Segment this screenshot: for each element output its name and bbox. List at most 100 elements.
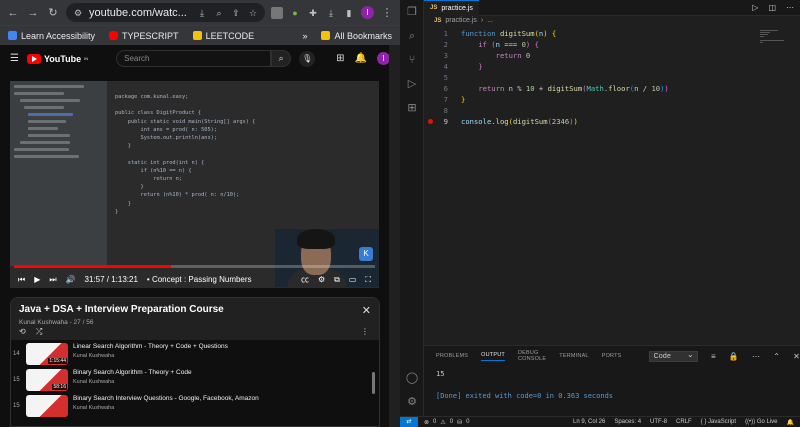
lock-icon[interactable]: 🔒 — [729, 352, 739, 361]
tab-practice-js[interactable]: JS practice.js — [424, 0, 479, 16]
code-editor[interactable]: 1 function digitSum(n) { 2 if (n === 0) {… — [424, 27, 800, 345]
minimap[interactable] — [760, 30, 786, 44]
output-channel-select[interactable]: Code — [648, 350, 698, 362]
playlist-title[interactable]: Java + DSA + Interview Preparation Cours… — [19, 304, 371, 315]
settings-gear-icon[interactable]: ⚙ — [318, 275, 325, 284]
bookmark-leetcode[interactable]: LEETCODE — [192, 31, 254, 41]
run-debug-icon[interactable]: ▷ — [400, 72, 424, 96]
breadcrumb-more[interactable]: ... — [487, 17, 493, 24]
end-of-line[interactable]: CRLF — [676, 419, 692, 426]
search-icon[interactable]: ⌕ — [400, 24, 424, 48]
split-editor-icon[interactable]: ◫ — [768, 3, 776, 12]
video-chapter[interactable]: • Concept : Passing Numbers — [147, 275, 252, 284]
youtube-logo[interactable]: YouTube IN — [26, 53, 89, 64]
captions-icon[interactable]: ㏄ — [301, 274, 309, 285]
warning-count: 0 — [449, 418, 454, 425]
profile-avatar[interactable]: I — [361, 6, 374, 19]
playlist-item[interactable]: 15 58:16 Binary Search Algorithm - Theor… — [11, 366, 379, 392]
encoding[interactable]: UTF-8 — [650, 419, 667, 426]
search-icon[interactable]: ⌕ — [271, 50, 292, 67]
playlist-subtitle: Kunal Kushwaha - 27 / 56 — [19, 319, 94, 326]
breakpoint-icon[interactable] — [428, 119, 433, 124]
remote-indicator-icon[interactable]: ⇄ — [400, 416, 418, 427]
chrome-menu-icon[interactable]: ⋮ — [380, 6, 394, 20]
ports-count: 0 — [466, 418, 470, 425]
status-problems[interactable]: ⊗ 0 ⚠ 0 ⛁ 0 — [418, 419, 469, 426]
next-icon[interactable]: ⏭ — [49, 275, 56, 285]
run-icon[interactable]: ▷ — [752, 3, 758, 12]
account-icon[interactable]: ◯ — [400, 366, 424, 390]
explorer-icon[interactable]: ❐ — [400, 0, 424, 24]
more-actions-icon[interactable]: ⋯ — [786, 3, 794, 12]
code-line: function digitSum(n) { — [461, 29, 557, 38]
extensions-icon[interactable]: ⊞ — [400, 96, 424, 120]
page-scrollbar[interactable] — [389, 45, 400, 427]
status-right: Ln 9, Col 26 Spaces: 4 UTF-8 CRLF { } Ja… — [573, 419, 800, 426]
playlist-item[interactable]: 14 1:15:44 Linear Search Algorithm - The… — [11, 340, 379, 366]
filter-list-icon[interactable]: ≡ — [711, 352, 716, 361]
breadcrumb-file[interactable]: practice.js — [445, 17, 477, 24]
playlist-item[interactable]: 15 Binary Search Interview Questions - G… — [11, 392, 379, 418]
previous-icon[interactable]: ⏮ — [18, 275, 25, 285]
notifications-bell-icon[interactable]: 🔔 — [787, 419, 794, 426]
install-icon[interactable]: ⤓ — [196, 7, 208, 19]
notifications-bell-icon[interactable]: 🔔 — [355, 53, 367, 64]
video-progress-bar[interactable] — [14, 265, 375, 268]
tab-terminal[interactable]: TERMINAL — [559, 353, 588, 359]
language-mode[interactable]: { } JavaScript — [701, 419, 736, 426]
create-video-icon[interactable]: ⊞ — [336, 53, 344, 64]
manage-gear-icon[interactable]: ⚙ — [400, 390, 424, 414]
bookmark-star-icon[interactable]: ☆ — [247, 7, 259, 19]
folder-icon — [321, 31, 331, 40]
tab-ports[interactable]: PORTS — [602, 353, 622, 359]
youtube-play-icon — [26, 53, 41, 64]
all-bookmarks-button[interactable]: All Bookmarks — [321, 31, 392, 41]
side-panel-icon[interactable]: ▮ — [343, 7, 355, 19]
extensions-puzzle-icon[interactable]: ✚ — [307, 7, 319, 19]
youtube-search-input[interactable]: Search — [116, 50, 272, 67]
microphone-icon[interactable]: 🎙 — [299, 50, 316, 67]
bookmark-typescript[interactable]: TYPESCRIPT — [109, 31, 179, 41]
extension-icon[interactable] — [271, 6, 283, 19]
fullscreen-icon[interactable]: ⛶ — [365, 275, 371, 285]
source-control-icon[interactable]: ⑂ — [400, 48, 424, 72]
video-time: 31:57 / 1:13:21 — [84, 275, 138, 284]
browser-window: ← → ↻ ⚙ youtube.com/watc... ⤓ ⌕ ⇪ ☆ ● ✚ … — [0, 0, 400, 427]
more-actions-icon[interactable]: ⋯ — [752, 352, 760, 361]
go-live-button[interactable]: ((•)) Go Live — [745, 419, 777, 426]
loop-icon[interactable]: ⟲ — [19, 327, 26, 336]
site-info-icon[interactable]: ⚙ — [72, 7, 84, 19]
video-player[interactable]: package com.kunal.easy; public class Dig… — [10, 81, 379, 288]
hamburger-menu-icon[interactable]: ☰ — [10, 53, 19, 64]
cursor-position[interactable]: Ln 9, Col 26 — [573, 419, 605, 426]
miniplayer-icon[interactable]: ⧉ — [334, 275, 340, 285]
volume-icon[interactable]: 🔊 — [66, 275, 76, 284]
tab-output[interactable]: OUTPUT — [481, 352, 505, 361]
back-icon[interactable]: ← — [6, 6, 20, 20]
line-number: 7 — [443, 95, 448, 104]
tab-debug-console[interactable]: DEBUG CONSOLE — [518, 350, 546, 362]
playlist-scrollbar[interactable] — [372, 372, 375, 394]
forward-icon[interactable]: → — [26, 6, 40, 20]
theater-mode-icon[interactable]: ▭ — [349, 275, 357, 284]
playlist-item-thumbnail: 58:16 — [26, 369, 68, 391]
close-panel-icon[interactable]: ✕ — [793, 352, 800, 361]
reload-icon[interactable]: ↻ — [46, 6, 60, 20]
all-bookmarks-label: All Bookmarks — [334, 30, 392, 41]
extension-frog-icon[interactable]: ● — [289, 7, 301, 19]
share-icon[interactable]: ⇪ — [230, 7, 242, 19]
more-options-icon[interactable]: ⋮ — [361, 327, 369, 336]
zoom-icon[interactable]: ⌕ — [213, 7, 225, 19]
bookmark-learn-accessibility[interactable]: Learn Accessibility — [8, 31, 95, 41]
tab-label: practice.js — [441, 4, 473, 12]
downloads-icon[interactable]: ⤓ — [325, 7, 337, 19]
tab-problems[interactable]: PROBLEMS — [436, 353, 468, 359]
shuffle-icon[interactable]: ⤮ — [36, 327, 42, 336]
youtube-region-label: IN — [84, 56, 89, 61]
play-icon[interactable]: ▶ — [34, 275, 40, 284]
maximize-panel-icon[interactable]: ⌃ — [773, 352, 780, 361]
address-bar[interactable]: ⚙ youtube.com/watc... ⤓ ⌕ ⇪ ☆ — [66, 3, 265, 22]
bookmarks-overflow-icon[interactable]: » — [302, 31, 307, 41]
indentation[interactable]: Spaces: 4 — [614, 419, 641, 426]
close-icon[interactable]: ✕ — [362, 304, 371, 317]
